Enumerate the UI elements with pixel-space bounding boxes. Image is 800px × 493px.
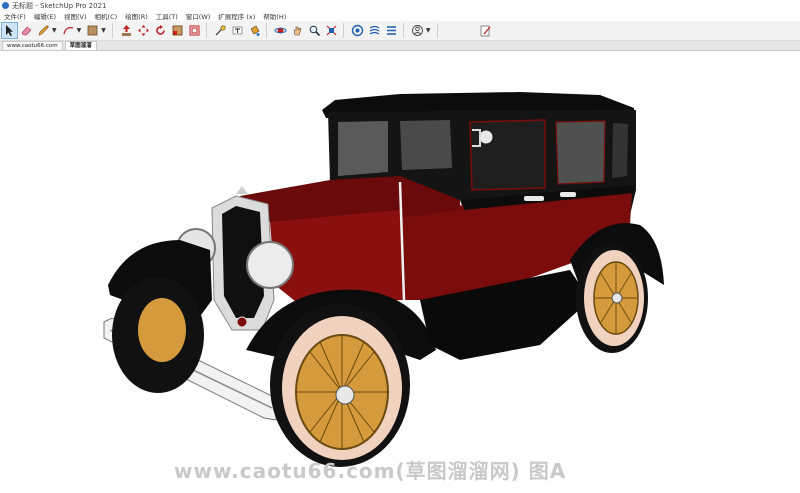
text-tool[interactable]: [230, 23, 245, 38]
car-door-handle-front: [524, 196, 544, 201]
car-hood-ornament: [236, 186, 248, 194]
car-model[interactable]: [0, 51, 800, 493]
extension-warehouse-icon: [369, 25, 380, 35]
orbit-tool[interactable]: [273, 23, 288, 38]
menu-help[interactable]: 帮助(H): [259, 11, 290, 21]
pencil-tool[interactable]: [36, 23, 51, 38]
push-pull-tool[interactable]: [119, 23, 134, 38]
toolbar-separator: [402, 23, 404, 38]
rectangle-dropdown-chevron-icon[interactable]: ▼: [101, 27, 106, 34]
menu-file[interactable]: 文件(F): [0, 11, 30, 21]
rotate-tool[interactable]: [153, 23, 168, 38]
zoom-icon: [309, 25, 320, 37]
pencil-icon: [38, 25, 49, 36]
push-pull-icon: [121, 25, 131, 36]
watermark-text: www.caotu66.com(草图溜溜网) 图A: [174, 459, 567, 483]
select-icon: [6, 25, 13, 36]
select-tool[interactable]: [1, 22, 18, 39]
zoom-extents-icon: [326, 25, 337, 36]
menu-extensions[interactable]: 扩展程序 (x): [214, 11, 259, 21]
paint-bucket-icon: [250, 25, 260, 36]
menu-bar: 文件(F) 编辑(E) 视图(V) 相机(C) 绘图(R) 工具(T) 窗口(W…: [0, 11, 800, 21]
menu-view[interactable]: 视图(V): [60, 11, 91, 21]
car-wheel-rear-cap: [611, 292, 623, 304]
arc-dropdown-chevron-icon[interactable]: ▼: [77, 27, 82, 34]
car-window-front-door: [400, 120, 452, 170]
move-tool[interactable]: [136, 23, 151, 38]
arc-tool[interactable]: [61, 23, 76, 38]
rotate-icon: [156, 25, 165, 35]
toolbar-separator: [265, 23, 267, 38]
car-radiator-emblem: [236, 316, 248, 328]
layout-tool[interactable]: [384, 23, 399, 38]
car-side-lamp: [478, 129, 494, 145]
edit-note-tool[interactable]: [478, 23, 493, 38]
menu-tools[interactable]: 工具(T): [152, 11, 182, 21]
pan-icon: [293, 26, 302, 36]
scale-icon: [172, 25, 183, 36]
car-window-back: [612, 123, 628, 178]
3d-warehouse-tool[interactable]: [350, 23, 365, 38]
scene-tab-website[interactable]: www.caotu66.com: [2, 41, 63, 50]
offset-tool[interactable]: [187, 23, 202, 38]
main-toolbar: ▼ ▼ ▼ ▼: [0, 21, 800, 41]
tape-measure-icon: [215, 25, 226, 36]
rectangle-tool[interactable]: [85, 23, 100, 38]
toolbar-separator: [436, 23, 438, 38]
scale-tool[interactable]: [170, 23, 185, 38]
3d-warehouse-icon: [351, 24, 364, 37]
pencil-dropdown-chevron-icon[interactable]: ▼: [52, 27, 57, 34]
tape-measure-tool[interactable]: [213, 23, 228, 38]
sketchup-app-icon: [2, 2, 9, 9]
account-dropdown-chevron-icon[interactable]: ▼: [426, 27, 431, 34]
scene-tabs: www.caotu66.com 草图溜溜: [0, 41, 800, 51]
pan-tool[interactable]: [290, 23, 305, 38]
toolbar-separator: [111, 23, 113, 38]
menu-edit[interactable]: 编辑(E): [30, 11, 60, 21]
account-icon: [411, 25, 423, 36]
car-window-front: [338, 121, 388, 176]
arc-icon: [62, 26, 73, 35]
edit-note-icon: [480, 25, 490, 37]
menu-draw[interactable]: 绘图(R): [121, 11, 152, 21]
move-icon: [137, 25, 149, 36]
scene-tab-caotu[interactable]: 草图溜溜: [64, 41, 97, 50]
car-window-rear-door: [469, 119, 546, 191]
drawing-viewport[interactable]: [0, 51, 800, 493]
eraser-tool[interactable]: [19, 23, 34, 38]
toolbar-separator: [342, 23, 344, 38]
eraser-icon: [21, 26, 32, 36]
window-title: 无标题 - SketchUp Pro 2021: [12, 1, 107, 10]
account-tool[interactable]: [410, 23, 425, 38]
car-wheel-front-left-hub: [138, 298, 186, 362]
menu-window[interactable]: 窗口(W): [182, 11, 215, 21]
orbit-icon: [274, 27, 287, 34]
extension-warehouse-tool[interactable]: [367, 23, 382, 38]
zoom-tool[interactable]: [307, 23, 322, 38]
title-bar: 无标题 - SketchUp Pro 2021: [0, 0, 800, 11]
zoom-extents-tool[interactable]: [324, 23, 339, 38]
menu-camera[interactable]: 相机(C): [91, 11, 122, 21]
car-headlight-right: [246, 241, 294, 289]
car-door-handle-rear: [560, 192, 576, 197]
text-icon: [232, 26, 243, 35]
toolbar-separator: [205, 23, 207, 38]
offset-icon: [189, 25, 200, 36]
car-wheel-front-right-cap: [335, 385, 355, 405]
rectangle-icon: [87, 25, 98, 36]
car-window-rear: [555, 120, 606, 185]
paint-bucket-tool[interactable]: [247, 23, 262, 38]
layout-icon: [386, 26, 396, 35]
